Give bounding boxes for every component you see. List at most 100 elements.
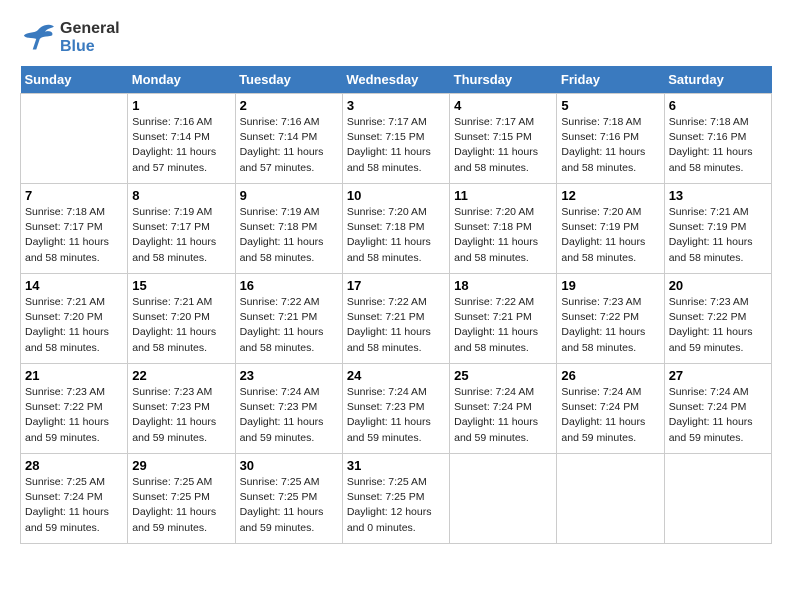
calendar-cell: 28Sunrise: 7:25 AM Sunset: 7:24 PM Dayli… xyxy=(21,454,128,544)
day-info: Sunrise: 7:19 AM Sunset: 7:17 PM Dayligh… xyxy=(132,205,230,266)
calendar-cell: 29 Sunrise: 7:25 AM Sunset: 7:25 PM Dayli… xyxy=(128,454,235,544)
day-number: 2 xyxy=(240,98,338,113)
calendar-week-row: 14 Sunrise: 7:21 AM Sunset: 7:20 PM Dayli… xyxy=(21,274,772,364)
day-number: 31 xyxy=(347,458,445,473)
calendar-cell: 12 Sunrise: 7:20 AM Sunset: 7:19 PM Dayli… xyxy=(557,184,664,274)
calendar-week-row: 21 Sunrise: 7:23 AM Sunset: 7:22 PM Dayli… xyxy=(21,364,772,454)
day-info: Sunrise: 7:19 AM Sunset: 7:18 PM Dayligh… xyxy=(240,205,338,266)
day-number: 12 xyxy=(561,188,659,203)
day-info: Sunrise: 7:23 AM Sunset: 7:22 PM Dayligh… xyxy=(669,295,767,356)
calendar-cell: 14 Sunrise: 7:21 AM Sunset: 7:20 PM Dayli… xyxy=(21,274,128,364)
day-info: Sunrise: 7:21 AM Sunset: 7:20 PM Dayligh… xyxy=(25,295,123,356)
calendar-cell: 19Sunrise: 7:23 AM Sunset: 7:22 PM Dayli… xyxy=(557,274,664,364)
header-sunday: Sunday xyxy=(21,66,128,94)
day-number: 15 xyxy=(132,278,230,293)
day-number: 30 xyxy=(240,458,338,473)
header-tuesday: Tuesday xyxy=(235,66,342,94)
day-info: Sunrise: 7:17 AM Sunset: 7:15 PM Dayligh… xyxy=(454,115,552,176)
day-info: Sunrise: 7:18 AM Sunset: 7:17 PM Dayligh… xyxy=(25,205,123,266)
calendar-week-row: 1 Sunrise: 7:16 AM Sunset: 7:14 PM Daylig… xyxy=(21,94,772,184)
day-number: 16 xyxy=(240,278,338,293)
day-info: Sunrise: 7:24 AM Sunset: 7:23 PM Dayligh… xyxy=(240,385,338,446)
logo-text: General Blue xyxy=(60,20,120,56)
logo-icon xyxy=(20,23,56,53)
day-number: 18 xyxy=(454,278,552,293)
day-info: Sunrise: 7:22 AM Sunset: 7:21 PM Dayligh… xyxy=(240,295,338,356)
calendar-cell: 5 Sunrise: 7:18 AM Sunset: 7:16 PM Daylig… xyxy=(557,94,664,184)
calendar-cell: 11Sunrise: 7:20 AM Sunset: 7:18 PM Dayli… xyxy=(450,184,557,274)
calendar-cell: 10 Sunrise: 7:20 AM Sunset: 7:18 PM Dayli… xyxy=(342,184,449,274)
day-number: 22 xyxy=(132,368,230,383)
day-info: Sunrise: 7:24 AM Sunset: 7:24 PM Dayligh… xyxy=(561,385,659,446)
calendar-cell: 30 Sunrise: 7:25 AM Sunset: 7:25 PM Dayli… xyxy=(235,454,342,544)
header-wednesday: Wednesday xyxy=(342,66,449,94)
calendar-cell: 31Sunrise: 7:25 AM Sunset: 7:25 PM Dayli… xyxy=(342,454,449,544)
day-number: 6 xyxy=(669,98,767,113)
calendar-cell: 23 Sunrise: 7:24 AM Sunset: 7:23 PM Dayli… xyxy=(235,364,342,454)
day-info: Sunrise: 7:25 AM Sunset: 7:25 PM Dayligh… xyxy=(132,475,230,536)
day-info: Sunrise: 7:24 AM Sunset: 7:24 PM Dayligh… xyxy=(454,385,552,446)
day-number: 26 xyxy=(561,368,659,383)
calendar-week-row: 7 Sunrise: 7:18 AM Sunset: 7:17 PM Daylig… xyxy=(21,184,772,274)
day-info: Sunrise: 7:21 AM Sunset: 7:19 PM Dayligh… xyxy=(669,205,767,266)
day-info: Sunrise: 7:20 AM Sunset: 7:19 PM Dayligh… xyxy=(561,205,659,266)
calendar-cell: 13 Sunrise: 7:21 AM Sunset: 7:19 PM Dayli… xyxy=(664,184,771,274)
day-info: Sunrise: 7:16 AM Sunset: 7:14 PM Dayligh… xyxy=(240,115,338,176)
day-info: Sunrise: 7:22 AM Sunset: 7:21 PM Dayligh… xyxy=(454,295,552,356)
day-info: Sunrise: 7:22 AM Sunset: 7:21 PM Dayligh… xyxy=(347,295,445,356)
calendar-cell xyxy=(664,454,771,544)
day-info: Sunrise: 7:18 AM Sunset: 7:16 PM Dayligh… xyxy=(669,115,767,176)
day-info: Sunrise: 7:17 AM Sunset: 7:15 PM Dayligh… xyxy=(347,115,445,176)
day-number: 5 xyxy=(561,98,659,113)
calendar-cell xyxy=(21,94,128,184)
calendar-cell: 26 Sunrise: 7:24 AM Sunset: 7:24 PM Dayli… xyxy=(557,364,664,454)
day-info: Sunrise: 7:24 AM Sunset: 7:24 PM Dayligh… xyxy=(669,385,767,446)
day-number: 11 xyxy=(454,188,552,203)
calendar-cell: 22Sunrise: 7:23 AM Sunset: 7:23 PM Dayli… xyxy=(128,364,235,454)
day-info: Sunrise: 7:18 AM Sunset: 7:16 PM Dayligh… xyxy=(561,115,659,176)
calendar-cell: 16 Sunrise: 7:22 AM Sunset: 7:21 PM Dayli… xyxy=(235,274,342,364)
calendar-table: SundayMondayTuesdayWednesdayThursdayFrid… xyxy=(20,66,772,544)
calendar-cell: 3 Sunrise: 7:17 AM Sunset: 7:15 PM Daylig… xyxy=(342,94,449,184)
day-number: 29 xyxy=(132,458,230,473)
calendar-cell: 7 Sunrise: 7:18 AM Sunset: 7:17 PM Daylig… xyxy=(21,184,128,274)
calendar-cell: 1Sunrise: 7:16 AM Sunset: 7:14 PM Daylig… xyxy=(128,94,235,184)
day-number: 8 xyxy=(132,188,230,203)
day-number: 7 xyxy=(25,188,123,203)
day-number: 17 xyxy=(347,278,445,293)
header-friday: Friday xyxy=(557,66,664,94)
day-info: Sunrise: 7:23 AM Sunset: 7:22 PM Dayligh… xyxy=(25,385,123,446)
page-header: General Blue xyxy=(20,20,772,56)
day-number: 21 xyxy=(25,368,123,383)
calendar-cell: 18 Sunrise: 7:22 AM Sunset: 7:21 PM Dayli… xyxy=(450,274,557,364)
day-number: 24 xyxy=(347,368,445,383)
calendar-week-row: 28Sunrise: 7:25 AM Sunset: 7:24 PM Dayli… xyxy=(21,454,772,544)
calendar-cell: 20 Sunrise: 7:23 AM Sunset: 7:22 PM Dayli… xyxy=(664,274,771,364)
calendar-cell: 25 Sunrise: 7:24 AM Sunset: 7:24 PM Dayli… xyxy=(450,364,557,454)
header-monday: Monday xyxy=(128,66,235,94)
day-info: Sunrise: 7:25 AM Sunset: 7:25 PM Dayligh… xyxy=(240,475,338,536)
header-saturday: Saturday xyxy=(664,66,771,94)
calendar-header-row: SundayMondayTuesdayWednesdayThursdayFrid… xyxy=(21,66,772,94)
day-number: 25 xyxy=(454,368,552,383)
day-number: 9 xyxy=(240,188,338,203)
calendar-cell: 17 Sunrise: 7:22 AM Sunset: 7:21 PM Dayli… xyxy=(342,274,449,364)
day-number: 20 xyxy=(669,278,767,293)
header-thursday: Thursday xyxy=(450,66,557,94)
calendar-cell: 27 Sunrise: 7:24 AM Sunset: 7:24 PM Dayli… xyxy=(664,364,771,454)
calendar-cell: 6 Sunrise: 7:18 AM Sunset: 7:16 PM Daylig… xyxy=(664,94,771,184)
day-number: 3 xyxy=(347,98,445,113)
day-info: Sunrise: 7:20 AM Sunset: 7:18 PM Dayligh… xyxy=(347,205,445,266)
day-number: 14 xyxy=(25,278,123,293)
day-number: 13 xyxy=(669,188,767,203)
day-number: 28 xyxy=(25,458,123,473)
calendar-cell: 9 Sunrise: 7:19 AM Sunset: 7:18 PM Daylig… xyxy=(235,184,342,274)
day-number: 19 xyxy=(561,278,659,293)
day-number: 27 xyxy=(669,368,767,383)
calendar-cell: 21 Sunrise: 7:23 AM Sunset: 7:22 PM Dayli… xyxy=(21,364,128,454)
day-number: 10 xyxy=(347,188,445,203)
calendar-cell xyxy=(450,454,557,544)
day-number: 23 xyxy=(240,368,338,383)
day-number: 1 xyxy=(132,98,230,113)
calendar-cell: 15Sunrise: 7:21 AM Sunset: 7:20 PM Dayli… xyxy=(128,274,235,364)
